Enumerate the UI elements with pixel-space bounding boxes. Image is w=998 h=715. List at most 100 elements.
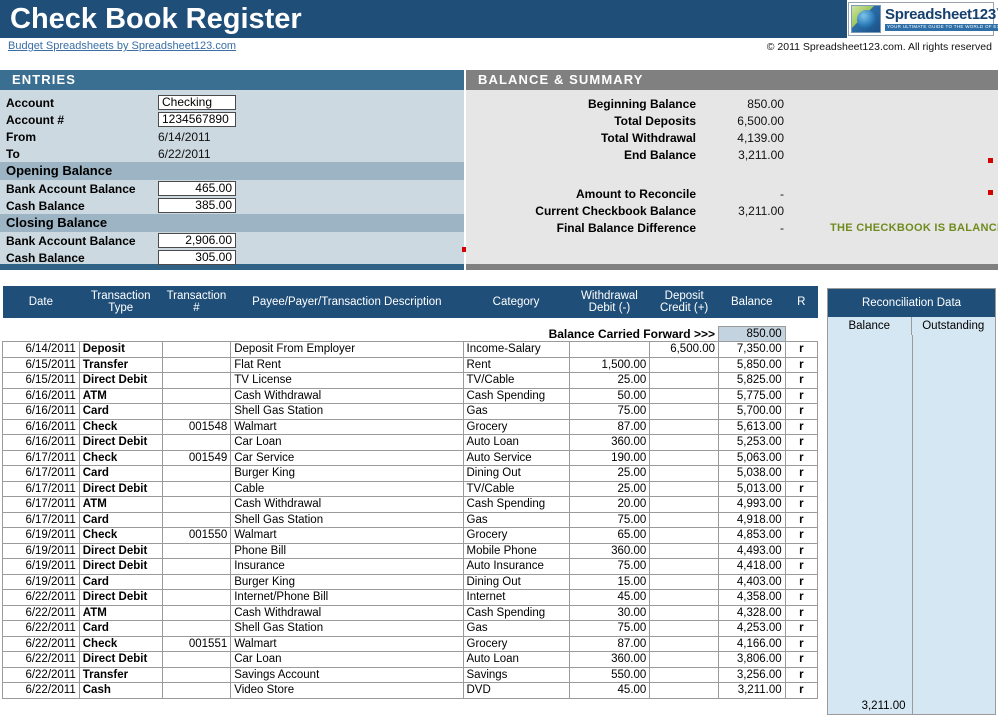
register-cell-withdrawal[interactable]: 360.00 bbox=[568, 434, 651, 451]
register-cell-category[interactable]: Rent bbox=[462, 356, 570, 373]
table-row[interactable]: 6/22/2011 Direct Debit Car Loan Auto Loan 36… bbox=[2, 651, 819, 668]
register-cell-type[interactable]: Direct Debit bbox=[78, 372, 163, 389]
register-cell-reconciled[interactable]: r bbox=[784, 449, 819, 466]
register-cell-reconciled[interactable]: r bbox=[784, 573, 819, 590]
register-cell-withdrawal[interactable]: 45.00 bbox=[568, 682, 651, 699]
register-cell-reconciled[interactable]: r bbox=[784, 434, 819, 451]
table-row[interactable]: 6/16/2011 Check 001548 Walmart Grocery 87.00 5… bbox=[2, 418, 819, 435]
table-row[interactable]: 6/16/2011 Card Shell Gas Station Gas 75.00 5,… bbox=[2, 403, 819, 420]
register-cell-reconciled[interactable]: r bbox=[784, 620, 819, 637]
register-cell-withdrawal[interactable]: 25.00 bbox=[568, 480, 651, 497]
register-cell-number[interactable] bbox=[161, 387, 232, 404]
register-cell-balance[interactable]: 5,700.00 bbox=[717, 403, 786, 420]
register-cell-withdrawal[interactable]: 75.00 bbox=[568, 403, 651, 420]
table-row[interactable]: 6/16/2011 Direct Debit Car Loan Auto Loan 36… bbox=[2, 434, 819, 451]
register-cell-balance[interactable]: 4,253.00 bbox=[717, 620, 786, 637]
register-cell-reconciled[interactable]: r bbox=[784, 635, 819, 652]
register-cell-type[interactable]: Transfer bbox=[78, 666, 163, 683]
register-cell-number[interactable] bbox=[161, 604, 232, 621]
register-cell-number[interactable] bbox=[161, 434, 232, 451]
col-header-balance[interactable]: Balance bbox=[718, 286, 786, 318]
register-cell-reconciled[interactable]: r bbox=[784, 527, 819, 544]
register-cell-withdrawal[interactable]: 87.00 bbox=[568, 418, 651, 435]
table-row[interactable]: 6/22/2011 ATM Cash Withdrawal Cash Spending… bbox=[2, 604, 819, 621]
register-cell-withdrawal[interactable]: 75.00 bbox=[568, 620, 651, 637]
register-cell-description[interactable]: Cable bbox=[230, 480, 464, 497]
register-cell-category[interactable]: Income-Salary bbox=[462, 341, 570, 358]
register-cell-withdrawal[interactable]: 25.00 bbox=[568, 372, 651, 389]
register-cell-deposit[interactable] bbox=[649, 682, 719, 699]
register-cell-balance[interactable]: 5,613.00 bbox=[717, 418, 786, 435]
register-cell-type[interactable]: ATM bbox=[78, 387, 163, 404]
register-cell-number[interactable] bbox=[161, 372, 232, 389]
register-cell-type[interactable]: Card bbox=[78, 511, 163, 528]
register-cell-number[interactable] bbox=[161, 651, 232, 668]
register-cell-date[interactable]: 6/16/2011 bbox=[2, 434, 80, 451]
register-cell-withdrawal[interactable]: 15.00 bbox=[568, 573, 651, 590]
register-cell-balance[interactable]: 3,211.00 bbox=[717, 682, 786, 699]
col-header-deposit[interactable]: Deposit Credit (+) bbox=[649, 286, 719, 318]
register-cell-deposit[interactable]: 6,500.00 bbox=[649, 341, 719, 358]
register-cell-type[interactable]: Direct Debit bbox=[78, 589, 163, 606]
register-cell-category[interactable]: Auto Loan bbox=[462, 651, 570, 668]
register-cell-number[interactable]: 001551 bbox=[161, 635, 232, 652]
register-cell-deposit[interactable] bbox=[649, 465, 719, 482]
register-cell-deposit[interactable] bbox=[649, 511, 719, 528]
register-cell-category[interactable]: Mobile Phone bbox=[462, 542, 570, 559]
register-cell-balance[interactable]: 5,825.00 bbox=[717, 372, 786, 389]
register-cell-number[interactable] bbox=[161, 496, 232, 513]
register-cell-deposit[interactable] bbox=[649, 620, 719, 637]
register-cell-type[interactable]: Card bbox=[78, 620, 163, 637]
register-cell-withdrawal[interactable]: 360.00 bbox=[568, 542, 651, 559]
register-cell-date[interactable]: 6/17/2011 bbox=[2, 480, 80, 497]
closing-bank-balance-input[interactable]: 2,906.00 bbox=[158, 233, 236, 248]
register-cell-category[interactable]: Cash Spending bbox=[462, 604, 570, 621]
register-cell-description[interactable]: TV License bbox=[230, 372, 464, 389]
col-header-reconciled[interactable]: R bbox=[785, 286, 818, 318]
register-cell-description[interactable]: Shell Gas Station bbox=[230, 620, 464, 637]
table-row[interactable]: 6/22/2011 Cash Video Store DVD 45.00 3,211.00… bbox=[2, 682, 819, 699]
register-cell-balance[interactable]: 7,350.00 bbox=[717, 341, 786, 358]
register-cell-withdrawal[interactable]: 360.00 bbox=[568, 651, 651, 668]
register-cell-date[interactable]: 6/22/2011 bbox=[2, 620, 80, 637]
col-header-description[interactable]: Payee/Payer/Transaction Description bbox=[230, 286, 463, 318]
register-cell-type[interactable]: Check bbox=[78, 527, 163, 544]
register-cell-deposit[interactable] bbox=[649, 651, 719, 668]
register-cell-description[interactable]: Internet/Phone Bill bbox=[230, 589, 464, 606]
register-cell-category[interactable]: Grocery bbox=[462, 418, 570, 435]
table-row[interactable]: 6/19/2011 Direct Debit Insurance Auto Insur… bbox=[2, 558, 819, 575]
register-cell-deposit[interactable] bbox=[649, 542, 719, 559]
register-cell-number[interactable] bbox=[161, 356, 232, 373]
register-cell-balance[interactable]: 4,166.00 bbox=[717, 635, 786, 652]
register-cell-number[interactable]: 001548 bbox=[161, 418, 232, 435]
account-input[interactable]: Checking bbox=[158, 95, 236, 110]
opening-cash-balance-input[interactable]: 385.00 bbox=[158, 198, 236, 213]
table-row[interactable]: 6/22/2011 Direct Debit Internet/Phone Bill… bbox=[2, 589, 819, 606]
register-cell-balance[interactable]: 4,328.00 bbox=[717, 604, 786, 621]
register-cell-date[interactable]: 6/16/2011 bbox=[2, 418, 80, 435]
opening-bank-balance-input[interactable]: 465.00 bbox=[158, 181, 236, 196]
register-cell-withdrawal[interactable]: 550.00 bbox=[568, 666, 651, 683]
register-cell-reconciled[interactable]: r bbox=[784, 341, 819, 358]
register-cell-date[interactable]: 6/19/2011 bbox=[2, 573, 80, 590]
register-cell-withdrawal[interactable]: 75.00 bbox=[568, 511, 651, 528]
register-cell-category[interactable]: Cash Spending bbox=[462, 496, 570, 513]
register-cell-date[interactable]: 6/19/2011 bbox=[2, 527, 80, 544]
register-cell-date[interactable]: 6/22/2011 bbox=[2, 666, 80, 683]
register-cell-deposit[interactable] bbox=[649, 496, 719, 513]
register-cell-category[interactable]: TV/Cable bbox=[462, 372, 570, 389]
table-row[interactable]: 6/22/2011 Card Shell Gas Station Gas 75.00 4,… bbox=[2, 620, 819, 637]
register-cell-date[interactable]: 6/22/2011 bbox=[2, 604, 80, 621]
register-cell-deposit[interactable] bbox=[649, 449, 719, 466]
register-cell-type[interactable]: Check bbox=[78, 418, 163, 435]
to-value[interactable]: 6/22/2011 bbox=[158, 147, 211, 161]
register-cell-description[interactable]: Video Store bbox=[230, 682, 464, 699]
table-row[interactable]: 6/17/2011 Direct Debit Cable TV/Cable 25.00 5… bbox=[2, 480, 819, 497]
register-cell-deposit[interactable] bbox=[649, 480, 719, 497]
register-cell-reconciled[interactable]: r bbox=[784, 480, 819, 497]
register-cell-balance[interactable]: 4,918.00 bbox=[717, 511, 786, 528]
register-cell-deposit[interactable] bbox=[649, 666, 719, 683]
table-row[interactable]: 6/16/2011 ATM Cash Withdrawal Cash Spending… bbox=[2, 387, 819, 404]
register-cell-number[interactable] bbox=[161, 403, 232, 420]
register-cell-reconciled[interactable]: r bbox=[784, 418, 819, 435]
